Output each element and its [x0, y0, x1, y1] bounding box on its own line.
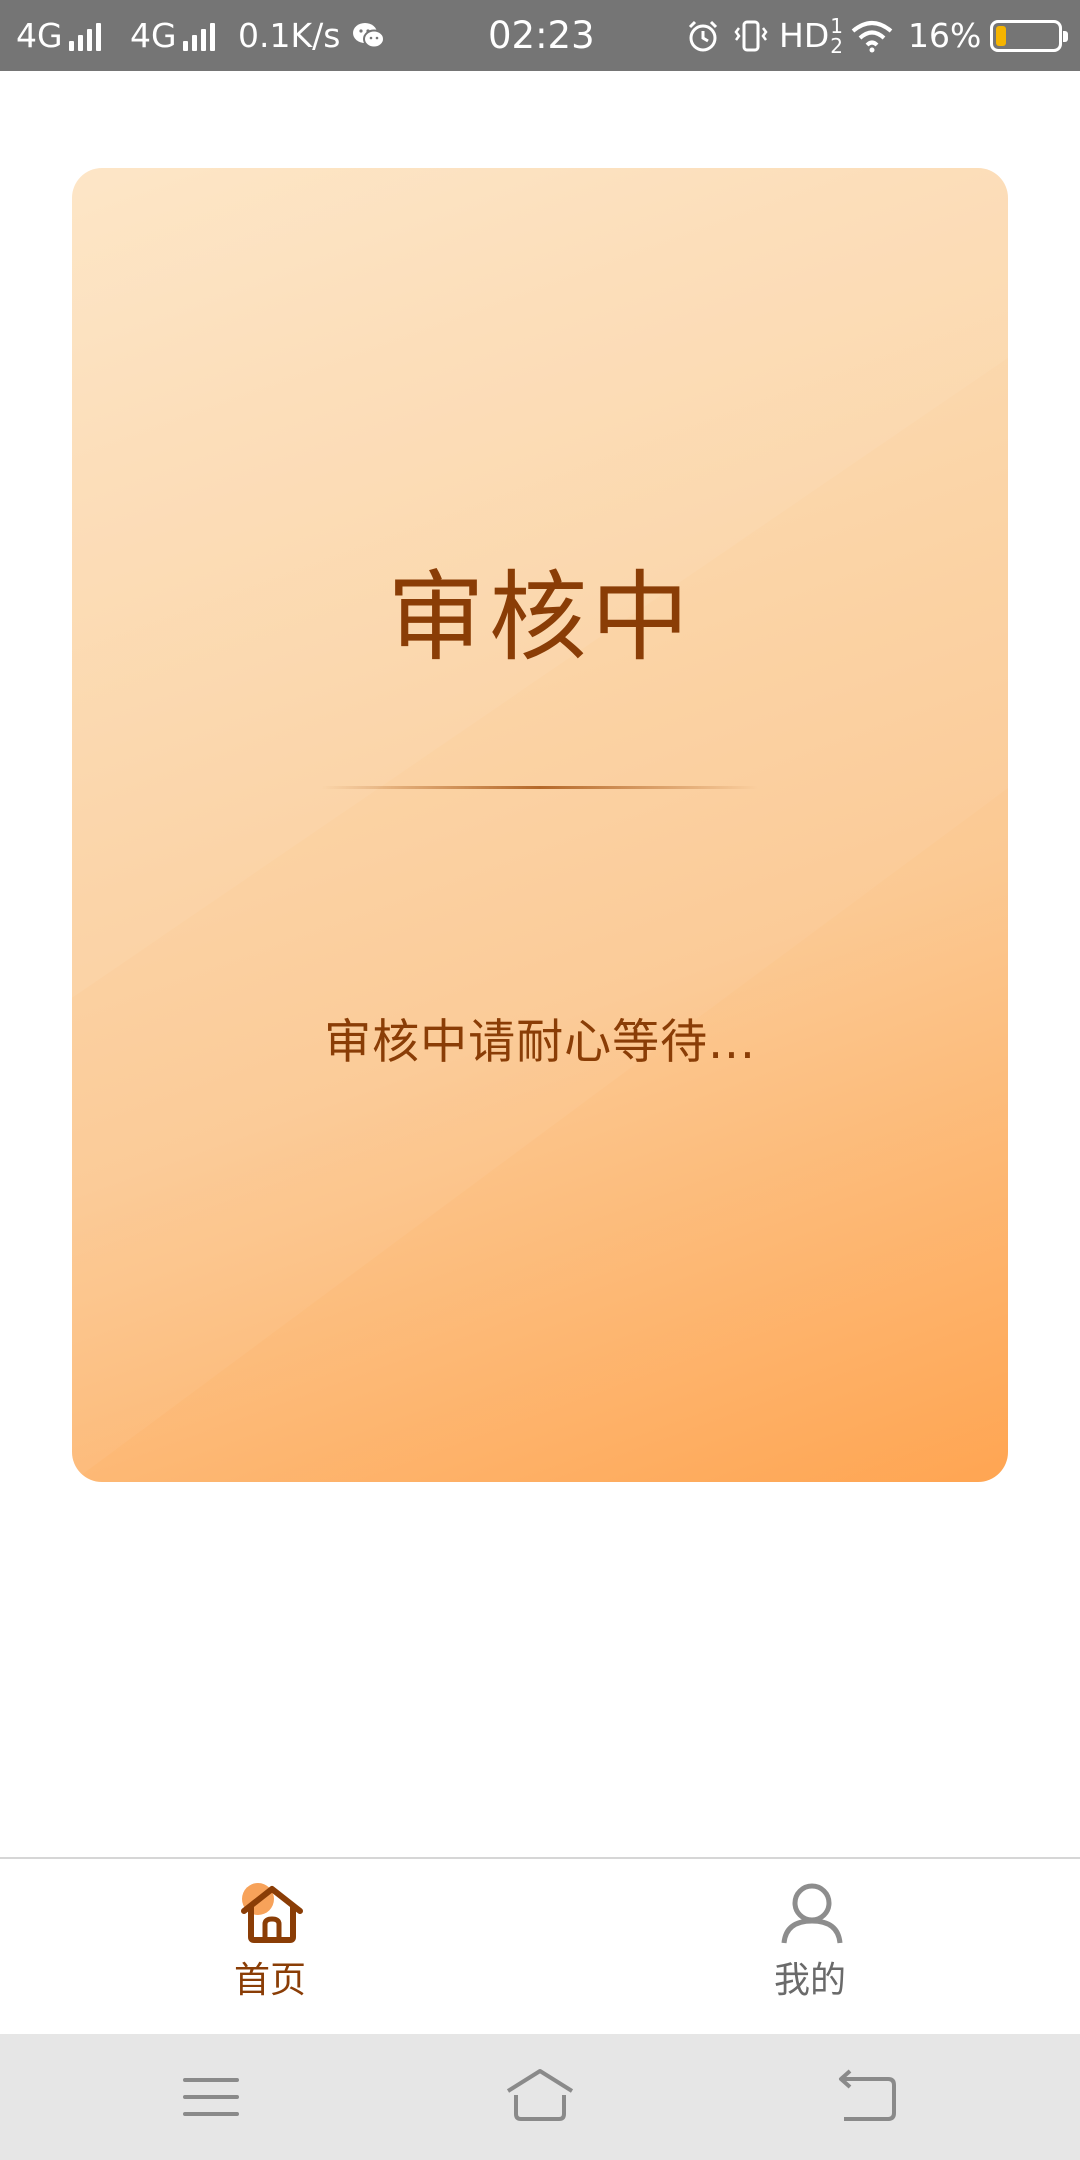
- home-outline-icon[interactable]: [500, 2067, 580, 2127]
- menu-icon[interactable]: [171, 2067, 251, 2127]
- system-nav-bar: [0, 2034, 1080, 2160]
- signal-icon: [68, 21, 101, 51]
- wechat-icon: [352, 0, 386, 71]
- card-gloss-decoration: [72, 168, 1008, 1482]
- tab-home-label: 首页: [233, 1960, 306, 2001]
- network-type-1: 4G: [16, 16, 63, 55]
- network-type-2: 4G: [130, 16, 177, 55]
- review-title: 审核中: [386, 561, 693, 675]
- title-divider: [322, 786, 758, 789]
- user-icon: [781, 1883, 843, 1944]
- alarm-icon: [685, 0, 721, 71]
- hd-indicator: HD 1 2: [779, 13, 843, 58]
- network-speed: 0.1K/s: [238, 16, 341, 55]
- battery-level-fill: [996, 26, 1006, 46]
- app-screen: 4G 4G 0.1K/s 02:23 HD 1 2 16% 审核中 审核中请耐心…: [0, 0, 1080, 2160]
- review-status-card: 审核中 审核中请耐心等待...: [72, 168, 1008, 1482]
- clock: 02:23: [488, 14, 595, 57]
- battery-icon: [990, 20, 1068, 52]
- home-icon: [241, 1883, 303, 1943]
- back-icon[interactable]: [828, 2067, 908, 2127]
- tab-mine-label: 我的: [773, 1960, 846, 2001]
- tab-mine[interactable]: 我的: [675, 1859, 945, 2034]
- wifi-icon: [850, 0, 894, 71]
- review-message: 审核中请耐心等待...: [324, 1015, 756, 1070]
- vibrate-icon: [733, 0, 769, 71]
- status-bar: 4G 4G 0.1K/s 02:23 HD 1 2 16%: [0, 0, 1080, 71]
- signal-icon: [182, 21, 215, 51]
- network-1: 4G: [16, 0, 101, 71]
- network-2: 4G: [130, 0, 215, 71]
- bottom-tab-bar: 首页 我的: [0, 1857, 1080, 2034]
- battery-percent: 16%: [908, 16, 982, 55]
- tab-home[interactable]: 首页: [135, 1859, 405, 2034]
